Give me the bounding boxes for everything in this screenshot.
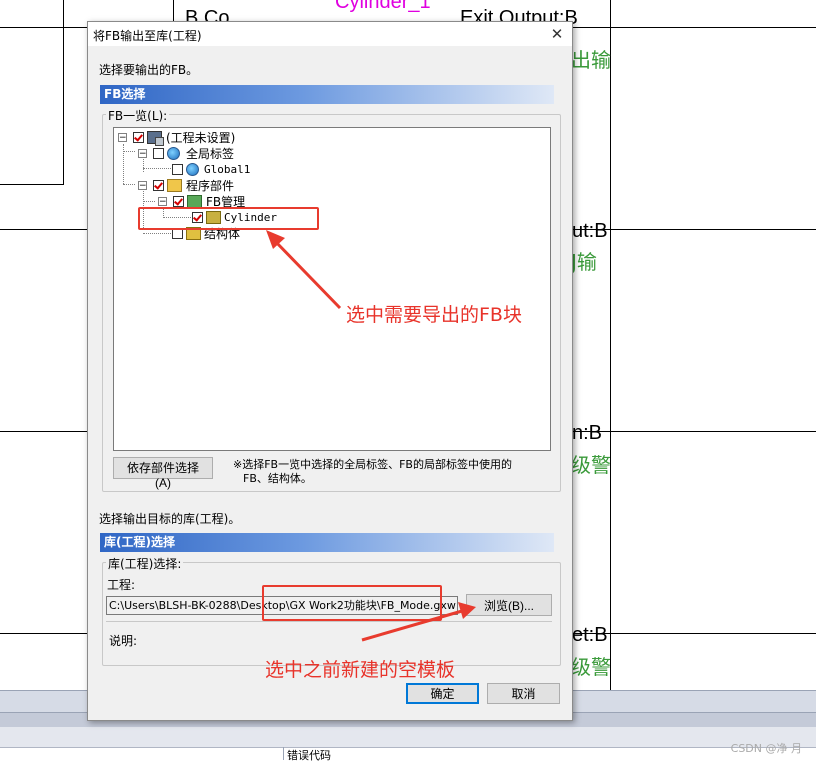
instruction-select-target: 选择输出目标的库(工程)。 <box>99 512 241 526</box>
globe-icon <box>186 163 199 176</box>
fb-selection-highlight <box>138 207 319 230</box>
ladder-rung-line <box>571 27 816 28</box>
checkbox-unchecked[interactable] <box>153 148 164 159</box>
column-divider <box>283 747 284 760</box>
library-group-label: 库(工程)选择: <box>106 555 184 572</box>
dialog-title: 将FB输出至库(工程) <box>93 29 202 43</box>
tree-connector <box>143 201 155 202</box>
ladder-rung-line <box>571 229 816 230</box>
ladder-text-fragment: ut:B <box>572 220 608 242</box>
annotation-select-fb: 选中需要导出的FB块 <box>346 304 522 326</box>
ladder-box-bottom <box>0 184 64 185</box>
tree-item-label: 全局标签 <box>186 147 235 161</box>
ladder-text-fragment: n:B <box>572 422 603 444</box>
tree-connector <box>123 151 135 152</box>
collapse-toggle[interactable]: − <box>138 149 147 159</box>
close-button[interactable]: ✕ <box>548 25 566 43</box>
ladder-text-fragment: et:B <box>572 624 608 646</box>
cancel-button[interactable]: 取消 <box>487 683 560 704</box>
folder-icon <box>167 179 182 192</box>
instruction-select-fb: 选择要输出的FB。 <box>99 63 199 77</box>
fb-tree-view[interactable]: − (工程未设置) − 全局标签 Global1 − 程序部件 − FB管理 C… <box>113 127 551 451</box>
ladder-comment-fragment: J输 <box>571 250 597 274</box>
error-code-column-header: 错误代码 <box>287 749 331 762</box>
browse-button[interactable]: 浏览(B)... <box>466 594 552 616</box>
fb-section-header: FB选择 <box>100 85 554 104</box>
ok-button[interactable]: 确定 <box>406 683 479 704</box>
ladder-right-rail <box>610 0 611 690</box>
dialog-titlebar[interactable]: 将FB输出至库(工程) ✕ <box>88 22 572 46</box>
project-label: 工程: <box>107 578 136 592</box>
watermark: CSDN @净 月 <box>730 742 802 755</box>
checkbox-checked[interactable] <box>133 132 144 143</box>
separator <box>106 621 552 622</box>
ladder-rung-line <box>0 431 88 432</box>
ladder-rung-line <box>0 27 88 28</box>
tree-connector <box>143 168 173 169</box>
path-highlight <box>262 585 442 621</box>
ladder-comment-fragment: 级警 <box>571 453 611 477</box>
collapse-toggle[interactable]: − <box>158 197 167 207</box>
tree-connector <box>143 233 173 234</box>
library-section-header: 库(工程)选择 <box>100 533 554 552</box>
ladder-rung-line <box>571 633 816 634</box>
fb-list-label: FB一览(L): <box>106 107 170 124</box>
checkbox-unchecked[interactable] <box>172 164 183 175</box>
project-icon <box>147 131 164 146</box>
output-panel <box>0 747 816 761</box>
globe-icon <box>167 147 180 160</box>
checkbox-checked[interactable] <box>153 180 164 191</box>
output-panel-header <box>0 727 816 747</box>
dependency-select-button[interactable]: 依存部件选择(A) <box>113 457 213 490</box>
dependency-note: ※选择FB一览中选择的全局标签、FB的局部标签中使用的 <box>233 458 512 471</box>
ladder-rung-line <box>0 633 88 634</box>
fb-instance-label: Cylinder_1 <box>335 0 431 13</box>
collapse-toggle[interactable]: − <box>118 133 127 143</box>
dependency-note: FB、结构体。 <box>243 472 312 485</box>
tree-item-label: (工程未设置) <box>166 131 236 145</box>
tree-item-label: Global1 <box>204 163 251 176</box>
description-label: 说明: <box>109 634 138 648</box>
checkbox-checked[interactable] <box>173 196 184 207</box>
annotation-select-template: 选中之前新建的空模板 <box>265 659 456 681</box>
ladder-comment-fragment: 级警 <box>571 655 611 679</box>
ladder-rung-line <box>0 229 88 230</box>
tree-connector <box>123 184 135 185</box>
ladder-comment-fragment: 出输 <box>571 48 611 72</box>
ladder-rung-line <box>571 431 816 432</box>
tree-connector <box>123 144 124 184</box>
collapse-toggle[interactable]: − <box>138 181 147 191</box>
tree-item-label: 程序部件 <box>186 179 235 193</box>
